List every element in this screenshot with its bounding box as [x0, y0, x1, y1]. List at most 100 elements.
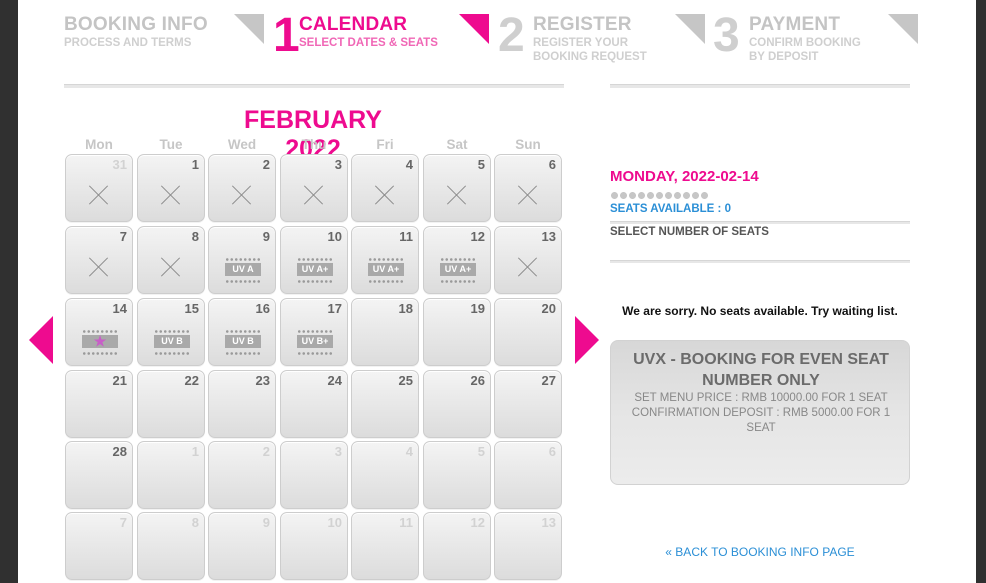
day-number: 12	[470, 515, 485, 530]
day-number: 6	[548, 157, 556, 172]
seats-available: SEATS AVAILABLE : 0	[610, 203, 731, 215]
star-icon: ★	[82, 334, 118, 348]
seat-dots-icon	[297, 330, 333, 333]
calendar-day-cell[interactable]: 19	[423, 298, 491, 366]
seat-type-label: UV A+	[297, 263, 333, 276]
step-calendar[interactable]: 1 CALENDAR SELECT DATES & SEATS	[273, 12, 489, 72]
calendar-day-cell[interactable]: 7	[65, 226, 133, 294]
seat-type-label: UV B+	[297, 335, 333, 348]
day-number: 31	[112, 157, 127, 172]
weekday-label: Fri	[376, 137, 394, 152]
unavailable-x-icon	[160, 184, 182, 206]
calendar-day-cell[interactable]: 6	[494, 441, 562, 509]
prev-month-arrow-icon[interactable]	[29, 316, 53, 364]
seat-type-badge: UV B	[154, 330, 190, 356]
seat-type-badge: UV A+	[368, 258, 404, 284]
calendar-day-cell[interactable]: 18	[351, 298, 419, 366]
unavailable-x-icon	[303, 184, 325, 206]
unavailable-x-icon	[160, 256, 182, 278]
seat-type-label: UV A	[225, 263, 261, 276]
day-number: 24	[327, 373, 342, 388]
day-number: 27	[541, 373, 556, 388]
day-number: 9	[262, 515, 270, 530]
seat-dots-icon	[297, 258, 333, 261]
calendar-day-cell[interactable]: 15 UV B	[137, 298, 205, 366]
weekday-label: Wed	[227, 137, 257, 152]
step-subtitle: SELECT DATES & SEATS	[299, 37, 438, 49]
calendar-day-cell[interactable]: 2	[208, 441, 276, 509]
calendar-day-cell[interactable]: 22	[137, 370, 205, 438]
calendar-day-cell[interactable]: 3	[280, 441, 348, 509]
calendar-day-cell[interactable]: 11 UV A+	[351, 226, 419, 294]
weekday-label: Mon	[85, 137, 113, 152]
step-number: 2	[498, 9, 525, 62]
calendar-day-cell[interactable]: 4	[351, 441, 419, 509]
next-month-arrow-icon[interactable]	[575, 316, 599, 364]
select-seats-label: SELECT NUMBER OF SEATS	[610, 226, 769, 238]
day-number: 10	[327, 229, 342, 244]
day-number: 14	[112, 301, 127, 316]
back-to-booking-info-link[interactable]: « BACK TO BOOKING INFO PAGE	[610, 545, 910, 559]
step-register[interactable]: 2 REGISTER REGISTER YOUR BOOKING REQUEST	[498, 12, 708, 72]
calendar-day-cell[interactable]: 9	[208, 512, 276, 580]
calendar-day-cell[interactable]: 12	[423, 512, 491, 580]
calendar-day-cell[interactable]: 13	[494, 512, 562, 580]
calendar-day-cell[interactable]: 5	[423, 154, 491, 222]
seat-type-label: UV B	[225, 335, 261, 348]
calendar-day-cell[interactable]: 26	[423, 370, 491, 438]
calendar-day-cell[interactable]: 1	[137, 441, 205, 509]
calendar-day-cell[interactable]: 10	[280, 512, 348, 580]
calendar-day-cell[interactable]: 25	[351, 370, 419, 438]
day-number: 5	[477, 157, 485, 172]
unavailable-x-icon	[517, 256, 539, 278]
seat-dots-icon	[297, 280, 333, 283]
calendar-day-cell[interactable]: 24	[280, 370, 348, 438]
step-title: PAYMENT	[749, 14, 841, 35]
calendar-day-cell[interactable]: 4	[351, 154, 419, 222]
calendar-day-cell[interactable]: 8	[137, 512, 205, 580]
calendar-day-cell[interactable]: 23	[208, 370, 276, 438]
weekday-label: Tue	[159, 137, 183, 152]
calendar-day-cell[interactable]: 13	[494, 226, 562, 294]
no-seats-message: We are sorry. No seats available. Try wa…	[622, 304, 898, 318]
calendar-day-cell[interactable]: 1	[137, 154, 205, 222]
calendar-day-cell[interactable]: 16 UV B	[208, 298, 276, 366]
calendar-day-cell[interactable]: 2	[208, 154, 276, 222]
calendar-day-cell[interactable]: 6	[494, 154, 562, 222]
day-number: 11	[399, 229, 413, 244]
calendar-day-cell[interactable]: 17 UV B+	[280, 298, 348, 366]
calendar-day-cell[interactable]: 9 UV A	[208, 226, 276, 294]
calendar-day-cell[interactable]: 28	[65, 441, 133, 509]
calendar-day-cell[interactable]: 5	[423, 441, 491, 509]
calendar-day-cell[interactable]: 21	[65, 370, 133, 438]
seat-dots-icon	[154, 352, 190, 355]
unavailable-x-icon	[374, 184, 396, 206]
calendar-day-cell[interactable]: 14 ★	[65, 298, 133, 366]
seat-type-badge: UV B+	[297, 330, 333, 356]
calendar-day-cell[interactable]: 27	[494, 370, 562, 438]
calendar-day-cell[interactable]: 20	[494, 298, 562, 366]
calendar-day-cell[interactable]: 7	[65, 512, 133, 580]
seat-dots-icon	[225, 280, 261, 283]
calendar-day-cell[interactable]: 31	[65, 154, 133, 222]
seat-type-badge: UV B	[225, 330, 261, 356]
calendar-day-cell[interactable]: 8	[137, 226, 205, 294]
day-number: 19	[470, 301, 485, 316]
day-number: 7	[119, 515, 127, 530]
seat-type-badge: UV A	[225, 258, 261, 284]
seat-dots-icon	[368, 280, 404, 283]
seat-dots-indicator	[610, 191, 710, 200]
calendar-day-cell[interactable]: 10 UV A+	[280, 226, 348, 294]
step-booking-info[interactable]: BOOKING INFO PROCESS AND TERMS	[64, 12, 264, 72]
calendar-day-cell[interactable]: 3	[280, 154, 348, 222]
day-number: 25	[398, 373, 413, 388]
step-title: REGISTER	[533, 14, 632, 35]
day-number: 8	[191, 229, 199, 244]
unavailable-x-icon	[517, 184, 539, 206]
booking-info-box: UVX - BOOKING FOR EVEN SEAT NUMBER ONLY …	[610, 340, 910, 485]
calendar-day-cell[interactable]: 12 UV A+	[423, 226, 491, 294]
day-number: 17	[327, 301, 342, 316]
day-number: 23	[255, 373, 270, 388]
step-payment[interactable]: 3 PAYMENT CONFIRM BOOKING BY DEPOSIT	[713, 12, 923, 72]
calendar-day-cell[interactable]: 11	[351, 512, 419, 580]
